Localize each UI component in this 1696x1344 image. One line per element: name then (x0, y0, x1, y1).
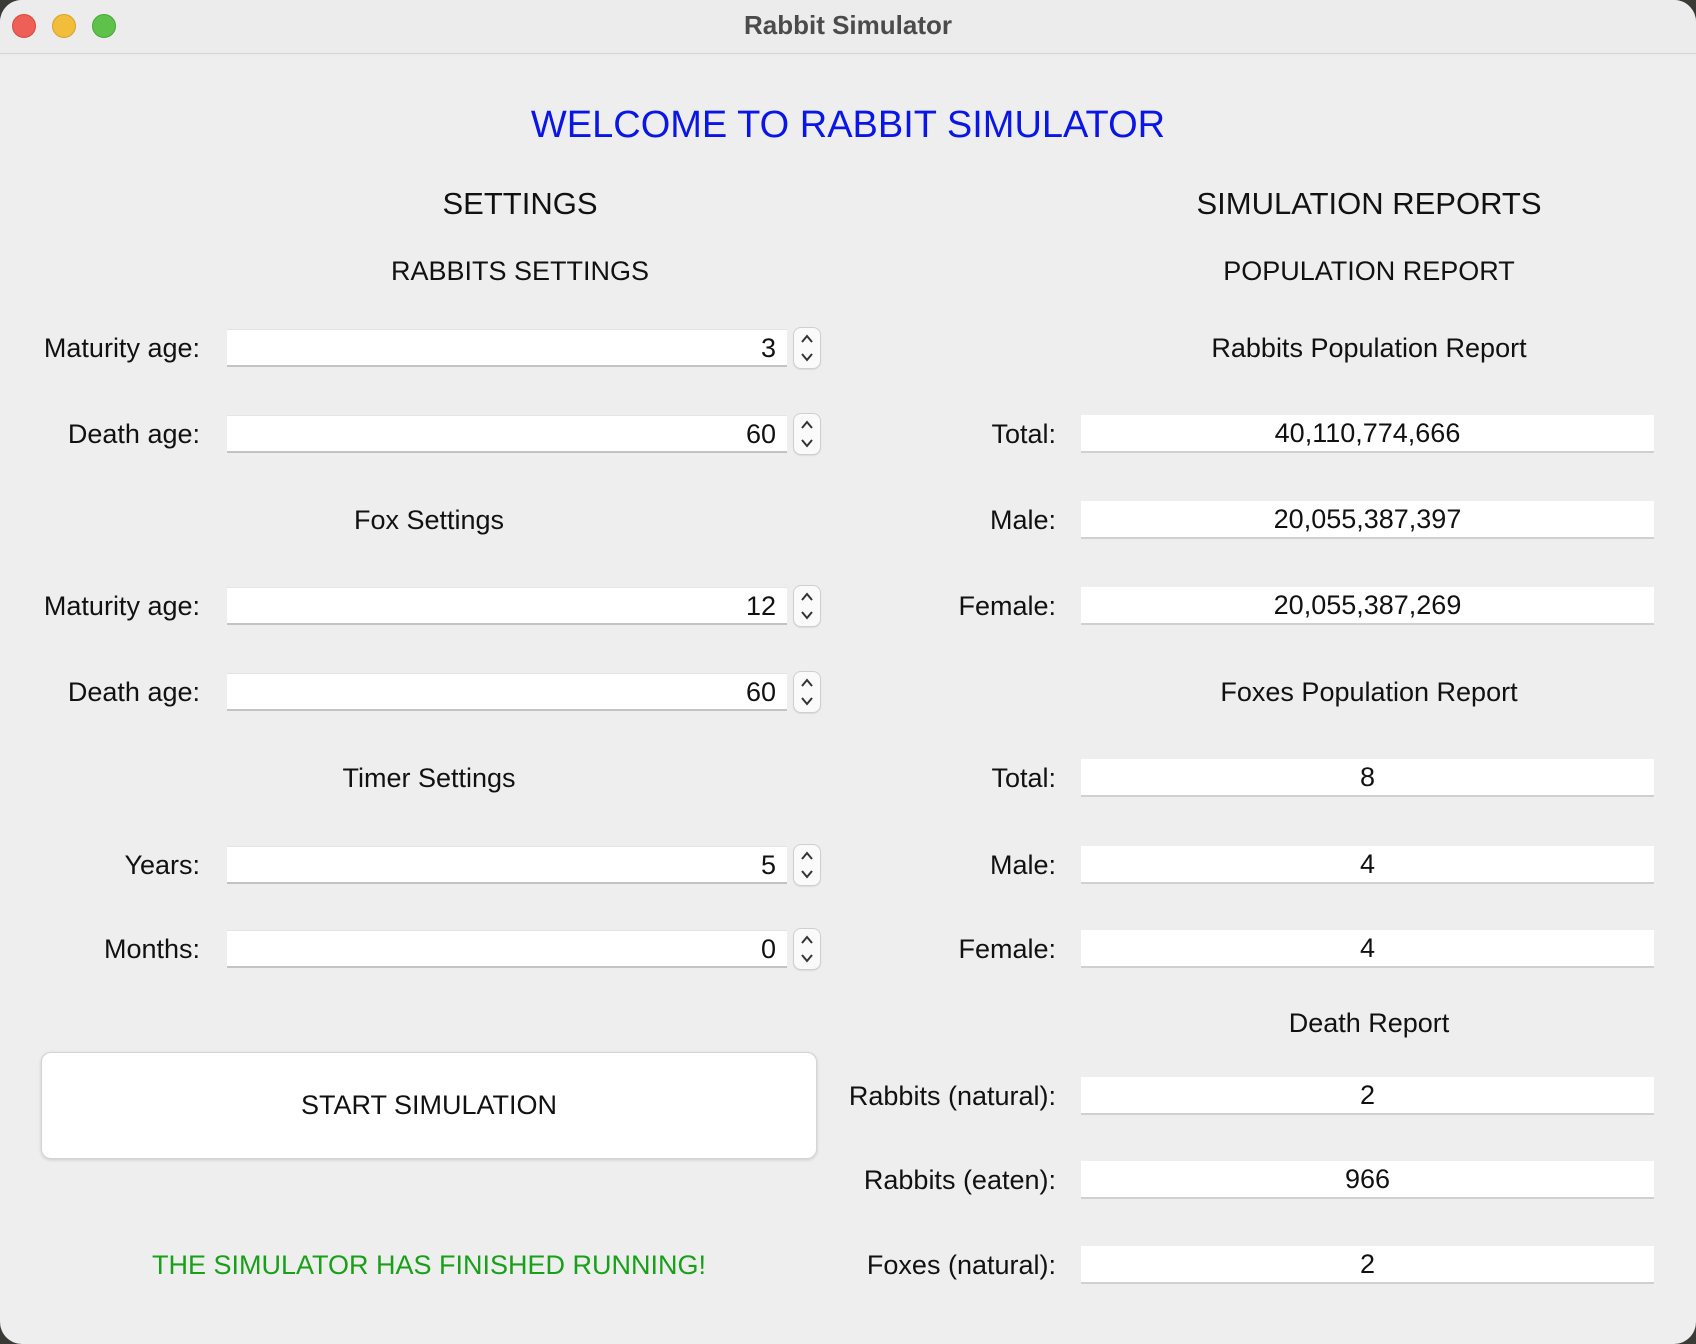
rabbits-total-label: Total: (991, 419, 1056, 449)
rabbit-death-age-input[interactable]: 60 (227, 415, 787, 453)
rabbits-female-value: 20,055,387,269 (1081, 587, 1654, 625)
foxes-female-value: 4 (1081, 930, 1654, 968)
welcome-heading: WELCOME TO RABBIT SIMULATOR (530, 104, 1166, 146)
rabbits-population-report-heading: Rabbits Population Report (1211, 333, 1527, 363)
chevron-up-icon[interactable] (800, 676, 814, 690)
chevron-down-icon[interactable] (800, 350, 814, 364)
rabbits-total-value: 40,110,774,666 (1081, 415, 1654, 453)
months-label: Months: (103, 934, 200, 964)
foxes-female-label: Female: (958, 934, 1056, 964)
months-input[interactable]: 0 (227, 930, 787, 968)
timer-settings-heading: Timer Settings (342, 763, 516, 793)
fox-maturity-age-label: Maturity age: (43, 591, 200, 621)
fox-death-age-label: Death age: (67, 677, 200, 707)
simulation-reports-heading: SIMULATION REPORTS (1196, 186, 1542, 221)
status-message: THE SIMULATOR HAS FINISHED RUNNING! (151, 1250, 707, 1280)
fox-settings-heading: Fox Settings (353, 505, 505, 535)
rabbits-male-label: Male: (989, 505, 1056, 535)
chevron-down-icon[interactable] (800, 694, 814, 708)
foxes-male-label: Male: (989, 850, 1056, 880)
window-title: Rabbit Simulator (743, 10, 952, 40)
app-window: Rabbit Simulator WELCOME TO RABBIT SIMUL… (0, 0, 1696, 1344)
rabbits-eaten-label: Rabbits (eaten): (863, 1165, 1056, 1195)
title-bar: Rabbit Simulator (0, 0, 1696, 54)
rabbit-maturity-age-input[interactable]: 3 (227, 329, 787, 367)
foxes-total-value: 8 (1081, 759, 1654, 797)
years-label: Years: (124, 850, 200, 880)
foxes-population-report-heading: Foxes Population Report (1220, 677, 1518, 707)
start-simulation-button[interactable]: START SIMULATION (41, 1052, 817, 1159)
rabbit-maturity-age-label: Maturity age: (43, 333, 200, 363)
years-input[interactable]: 5 (227, 846, 787, 884)
foxes-total-label: Total: (991, 763, 1056, 793)
population-report-heading: POPULATION REPORT (1223, 256, 1515, 286)
foxes-natural-death-label: Foxes (natural): (866, 1250, 1056, 1280)
rabbits-natural-death-label: Rabbits (natural): (848, 1081, 1056, 1111)
settings-heading: SETTINGS (442, 186, 598, 221)
rabbits-eaten-value: 966 (1081, 1161, 1654, 1199)
rabbits-female-label: Female: (958, 591, 1056, 621)
rabbit-maturity-age-stepper[interactable] (793, 327, 821, 369)
fox-death-age-input[interactable]: 60 (227, 673, 787, 711)
foxes-male-value: 4 (1081, 846, 1654, 884)
chevron-up-icon[interactable] (800, 332, 814, 346)
fox-maturity-age-input[interactable]: 12 (227, 587, 787, 625)
rabbit-death-age-label: Death age: (67, 419, 200, 449)
rabbits-natural-death-value: 2 (1081, 1077, 1654, 1115)
rabbits-settings-heading: RABBITS SETTINGS (390, 256, 650, 286)
fox-death-age-stepper[interactable] (793, 671, 821, 713)
death-report-heading: Death Report (1288, 1008, 1450, 1038)
rabbits-male-value: 20,055,387,397 (1081, 501, 1654, 539)
foxes-natural-death-value: 2 (1081, 1246, 1654, 1284)
